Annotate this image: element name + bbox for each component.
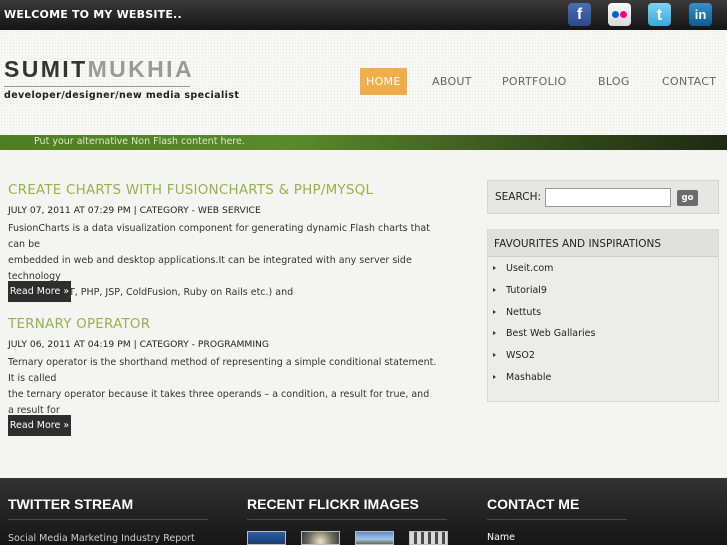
bullet-icon — [493, 331, 496, 335]
flickr-thumbnail[interactable] — [301, 531, 340, 545]
excerpt-line: the ternary operator because it takes th… — [8, 389, 430, 416]
read-more-button[interactable]: Read More » — [8, 281, 71, 302]
site-footer: TWITTER STREAM Social Media Marketing In… — [0, 478, 727, 545]
flickr-thumbnail[interactable] — [409, 531, 448, 545]
bullet-icon — [493, 310, 496, 314]
flash-banner: Put your alternative Non Flash content h… — [0, 135, 727, 150]
logo-last-name: MUKHIA — [87, 56, 194, 82]
flickr-thumbnail[interactable] — [247, 531, 286, 545]
flash-notice: Put your alternative Non Flash content h… — [34, 136, 245, 147]
top-bar: WELCOME TO MY WEBSITE.. f t in — [0, 0, 727, 30]
flickr-thumbnail[interactable] — [355, 531, 394, 545]
footer-divider — [487, 519, 627, 520]
excerpt-line: false. — [8, 419, 438, 435]
excerpt-line: Ternary operator is the shorthand method… — [8, 357, 437, 384]
contact-name-label: Name — [487, 532, 516, 543]
excerpt-line: (ASP, ASP.NET, PHP, JSP, ColdFusion, Rub… — [8, 287, 294, 298]
logo-first-name: SUMIT — [4, 56, 88, 82]
favourites-header: FAVOURITES AND INSPIRATIONS — [488, 230, 718, 257]
search-input[interactable] — [545, 188, 671, 207]
search-go-button[interactable]: go — [677, 190, 698, 206]
footer-divider — [247, 519, 447, 520]
favourites-widget: FAVOURITES AND INSPIRATIONS Useit.com Tu… — [487, 229, 719, 402]
bullet-icon — [493, 375, 496, 379]
logo-divider — [4, 86, 190, 87]
contact-heading: CONTACT ME — [487, 496, 580, 512]
search-label: SEARCH: — [495, 191, 542, 203]
flickr-icon[interactable] — [608, 3, 631, 26]
post-title[interactable]: TERNARY OPERATOR — [8, 316, 150, 332]
excerpt-line: embedded in web and desktop applications… — [8, 255, 412, 282]
flickr-heading: RECENT FLICKR IMAGES — [247, 496, 419, 512]
twitter-stream-item[interactable]: Social Media Marketing Industry Report — [8, 533, 195, 544]
site-tagline: developer/designer/new media specialist — [4, 90, 240, 101]
facebook-icon[interactable]: f — [568, 3, 591, 26]
twitter-stream-heading: TWITTER STREAM — [8, 496, 134, 512]
nav-home[interactable]: HOME — [360, 68, 407, 95]
bullet-icon — [493, 266, 496, 270]
site-header: SUMITMUKHIA developer/designer/new media… — [0, 30, 727, 135]
nav-blog[interactable]: BLOG — [598, 68, 630, 95]
welcome-text: WELCOME TO MY WEBSITE.. — [4, 8, 182, 21]
bullet-icon — [493, 353, 496, 357]
twitter-icon[interactable]: t — [648, 3, 671, 26]
favourites-title: FAVOURITES AND INSPIRATIONS — [494, 238, 662, 250]
bullet-icon — [493, 288, 496, 292]
nav-contact[interactable]: CONTACT — [662, 68, 716, 95]
post-excerpt: Ternary operator is the shorthand method… — [8, 355, 438, 435]
nav-about[interactable]: ABOUT — [432, 68, 472, 95]
site-logo[interactable]: SUMITMUKHIA — [4, 56, 194, 83]
post-meta: JULY 06, 2011 AT 04:19 PM | CATEGORY - P… — [8, 339, 270, 350]
linkedin-icon[interactable]: in — [689, 3, 712, 26]
search-widget: SEARCH: go — [487, 180, 719, 214]
post-meta: JULY 07, 2011 AT 07:29 PM | CATEGORY - W… — [8, 205, 261, 216]
footer-divider — [8, 519, 208, 520]
read-more-button[interactable]: Read More » — [8, 415, 71, 436]
nav-portfolio[interactable]: PORTFOLIO — [502, 68, 567, 95]
post-title[interactable]: CREATE CHARTS WITH FUSIONCHARTS & PHP/MY… — [8, 182, 373, 198]
post-excerpt: FusionCharts is a data visualization com… — [8, 221, 438, 301]
excerpt-line: FusionCharts is a data visualization com… — [8, 223, 430, 250]
